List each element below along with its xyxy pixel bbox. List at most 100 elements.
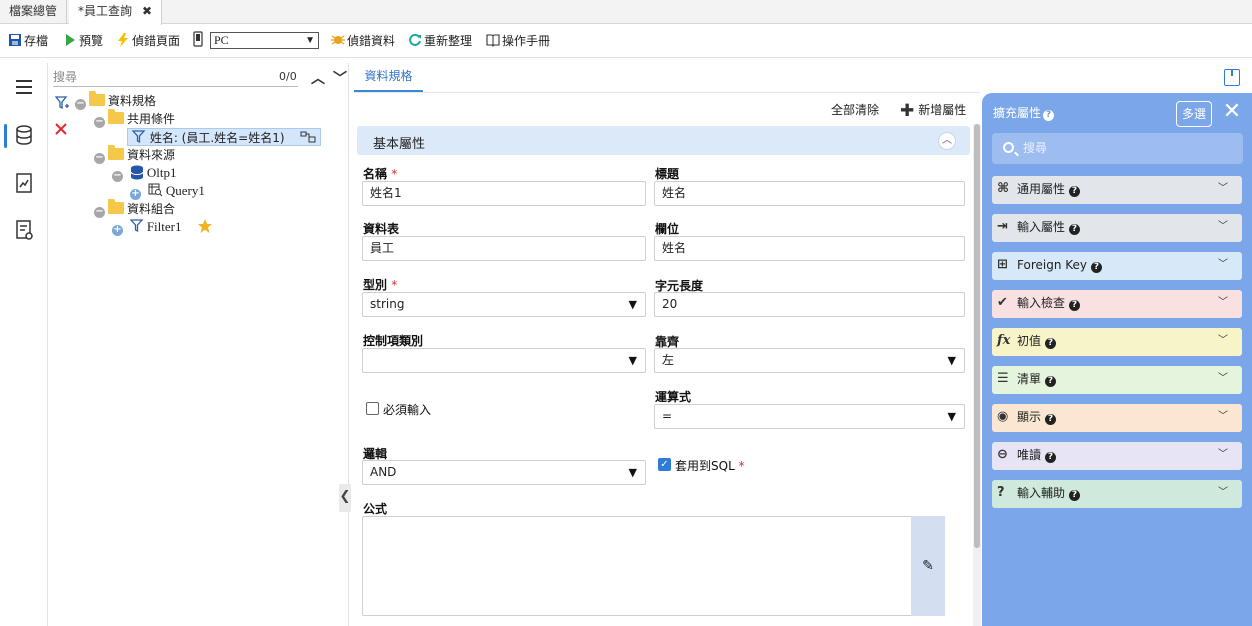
align-select[interactable]: 左 ▼: [654, 348, 965, 373]
panel-search-input[interactable]: 搜尋: [992, 133, 1243, 164]
preview-label: 預覽: [79, 34, 104, 48]
panel-group-foreign-key[interactable]: ⊞ Foreign Key? ﹀: [992, 252, 1242, 280]
column-input[interactable]: 姓名: [654, 236, 965, 261]
chevron-down-icon[interactable]: ﹀: [1218, 252, 1228, 278]
collapse-icon[interactable]: −: [94, 117, 105, 128]
tab-employee-query[interactable]: *員工查詢 ✖: [69, 0, 163, 25]
star-icon[interactable]: [197, 218, 213, 234]
menu-icon[interactable]: [12, 75, 36, 99]
tree-node-query[interactable]: + Query1: [130, 182, 205, 200]
panel-group-initial-value[interactable]: fx 初值? ﹀: [992, 328, 1242, 356]
panel-group-general[interactable]: ⌘ 通用屬性? ﹀: [992, 176, 1242, 204]
required-checkbox[interactable]: [366, 402, 379, 415]
chevron-up-icon[interactable]: ︿: [938, 132, 956, 150]
group-label: 輸入屬性: [1017, 220, 1066, 234]
report-icon[interactable]: [12, 171, 36, 195]
database-icon[interactable]: [12, 123, 36, 147]
save-button[interactable]: 存檔: [8, 32, 48, 52]
tree-node-combo[interactable]: − 資料組合: [94, 199, 175, 218]
tree-node-oltp[interactable]: − Oltp1: [112, 164, 176, 182]
preview-button[interactable]: 預覽: [63, 32, 103, 52]
chevron-down-icon[interactable]: ﹀: [1218, 290, 1228, 316]
help-icon[interactable]: ?: [1043, 110, 1055, 121]
collapse-icon[interactable]: −: [94, 207, 105, 218]
settings-document-icon[interactable]: [12, 218, 36, 242]
panel-group-input[interactable]: ⇥ 輸入屬性? ﹀: [992, 214, 1242, 242]
close-icon[interactable]: ✕: [1220, 101, 1244, 125]
title-input[interactable]: 姓名: [654, 181, 965, 206]
tree-node-filter[interactable]: + Filter1: [112, 218, 213, 236]
dropdown-arrow-icon: ▼: [628, 354, 637, 367]
refresh-button[interactable]: 重新整理: [408, 32, 472, 52]
help-icon[interactable]: ?: [1045, 414, 1057, 425]
close-tab-icon[interactable]: ✖: [142, 4, 152, 18]
chevron-down-icon[interactable]: ﹀: [1218, 176, 1228, 202]
logic-select[interactable]: AND ▼: [362, 460, 646, 485]
scrollbar-thumb[interactable]: [974, 124, 980, 548]
label-text: 型別: [363, 278, 388, 292]
list-icon: ☰: [997, 371, 1009, 386]
main-scrollbar[interactable]: [973, 124, 981, 626]
filter-add-icon[interactable]: [55, 96, 69, 110]
search-next-icon[interactable]: ﹀: [333, 68, 347, 88]
device-select[interactable]: PC ▼: [210, 32, 319, 49]
tree-node-selected[interactable]: 姓名: (員工.姓名=姓名1): [127, 128, 322, 146]
type-select[interactable]: string ▼: [362, 292, 646, 317]
collapse-icon[interactable]: −: [75, 99, 86, 110]
name-input[interactable]: 姓名1: [362, 181, 646, 206]
chevron-down-icon[interactable]: ﹀: [1218, 404, 1228, 430]
panel-group-input-assist[interactable]: ? 輸入輔助? ﹀: [992, 480, 1242, 508]
chevron-down-icon[interactable]: ﹀: [1218, 442, 1228, 468]
help-icon[interactable]: ?: [1069, 300, 1081, 311]
formula-editor-button[interactable]: ✎: [911, 516, 945, 616]
debug-page-button[interactable]: 偵錯頁面: [116, 32, 180, 52]
chevron-down-icon[interactable]: ﹀: [1218, 214, 1228, 240]
input-assist-icon: ?: [997, 485, 1005, 500]
manual-button[interactable]: 操作手冊: [486, 32, 550, 52]
tab-file-explorer[interactable]: 檔案總管: [0, 0, 68, 24]
expand-icon[interactable]: +: [112, 225, 123, 236]
delete-icon[interactable]: [54, 122, 68, 136]
tree-node-shared[interactable]: − 共用條件: [94, 109, 175, 128]
basic-properties-section[interactable]: 基本屬性 ︿: [357, 126, 970, 155]
panel-group-readonly[interactable]: ⊖ 唯讀? ﹀: [992, 442, 1242, 470]
tree-node-label: 資料規格: [108, 94, 157, 108]
control-type-select[interactable]: ▼: [362, 348, 646, 373]
collapse-icon[interactable]: −: [94, 153, 105, 164]
chevron-down-icon[interactable]: ﹀: [1218, 366, 1228, 392]
help-icon[interactable]: ?: [1045, 376, 1057, 387]
tree-node-source[interactable]: − 資料來源: [94, 145, 175, 164]
folder-icon: [108, 109, 124, 124]
panel-toggle-icon[interactable]: [1224, 69, 1240, 86]
panel-group-display[interactable]: ◉ 顯示? ﹀: [992, 404, 1242, 432]
help-icon[interactable]: ?: [1045, 452, 1057, 463]
collapse-tree-handle[interactable]: ❮: [339, 484, 351, 512]
expand-icon[interactable]: +: [130, 189, 141, 200]
scroll-script-icon: ✎: [922, 558, 934, 574]
help-icon[interactable]: ?: [1069, 490, 1081, 501]
panel-group-list[interactable]: ☰ 清單? ﹀: [992, 366, 1242, 394]
length-input[interactable]: 20: [654, 292, 965, 317]
tree-node-root[interactable]: − 資料規格: [75, 91, 157, 110]
chevron-down-icon[interactable]: ﹀: [1218, 328, 1228, 354]
help-icon[interactable]: ?: [1069, 224, 1081, 235]
help-icon[interactable]: ?: [1091, 262, 1102, 273]
operator-select[interactable]: = ▼: [654, 404, 965, 429]
clear-all-button[interactable]: 全部清除: [831, 101, 879, 118]
help-icon[interactable]: ?: [1069, 186, 1081, 197]
table-input[interactable]: 員工: [362, 236, 646, 261]
debug-data-button[interactable]: 偵錯資料: [331, 32, 395, 52]
apply-sql-checkbox[interactable]: ✓: [658, 458, 671, 471]
help-icon[interactable]: ?: [1045, 338, 1057, 349]
chevron-down-icon[interactable]: ﹀: [1218, 480, 1228, 506]
group-label: Foreign Key: [1017, 258, 1087, 272]
add-attribute-button[interactable]: ✚ 新增屬性: [900, 101, 966, 121]
formula-textarea[interactable]: [362, 516, 945, 616]
panel-group-validation[interactable]: ✔ 輸入檢查? ﹀: [992, 290, 1242, 318]
refresh-icon: [409, 33, 421, 46]
multi-select-button[interactable]: 多選: [1176, 101, 1212, 127]
tree-search-input[interactable]: 搜尋: [53, 69, 298, 87]
tab-data-spec[interactable]: 資料規格: [354, 63, 423, 92]
search-prev-icon[interactable]: ︿: [311, 68, 325, 88]
collapse-icon[interactable]: −: [112, 171, 123, 182]
